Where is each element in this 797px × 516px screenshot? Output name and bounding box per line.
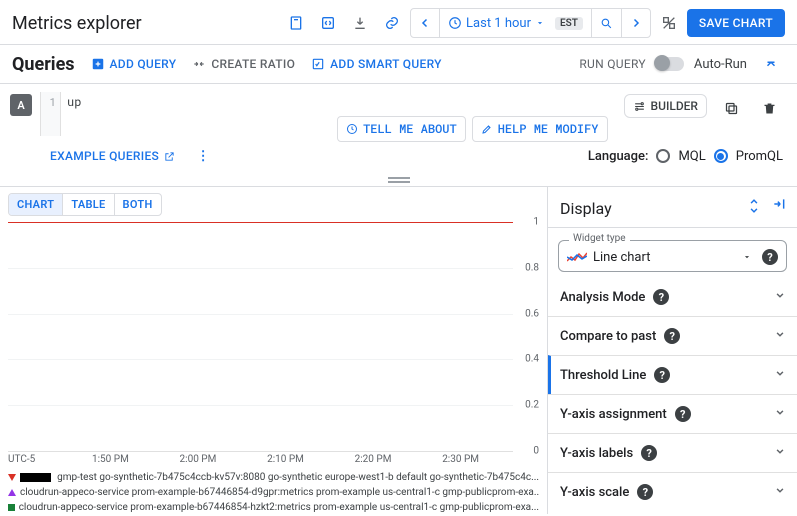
- help-me-modify-button[interactable]: HELP ME MODIFY: [472, 116, 608, 142]
- disable-overlay-icon[interactable]: [655, 9, 683, 37]
- add-smart-query-button[interactable]: ADD SMART QUERY: [311, 57, 442, 71]
- create-ratio-button[interactable]: CREATE RATIO: [192, 57, 295, 71]
- bookmark-icon[interactable]: [282, 9, 310, 37]
- run-query-button[interactable]: RUN QUERY: [579, 57, 646, 71]
- time-next-button[interactable]: [622, 9, 650, 37]
- help-icon[interactable]: ?: [675, 406, 691, 422]
- chart-area: 1 0.8 0.6 0.4 0.2 0 UTC-5 1:50 PM 2:00 P…: [8, 222, 543, 514]
- widget-type-value: Line chart: [593, 250, 650, 265]
- display-section-y-axis-labels[interactable]: Y-axis labels?: [548, 433, 797, 472]
- chart-plot[interactable]: 1 0.8 0.6 0.4 0.2 0: [8, 222, 513, 452]
- view-mode-tabs: CHART TABLE BOTH: [8, 193, 162, 216]
- xtick: 2:30 PM: [442, 454, 479, 465]
- language-promql-radio[interactable]: [714, 149, 728, 163]
- language-mql-label: MQL: [678, 149, 705, 164]
- resize-grip[interactable]: [0, 176, 797, 186]
- display-section-analysis-mode[interactable]: Analysis Mode?: [548, 278, 797, 316]
- help-icon[interactable]: ?: [762, 249, 778, 265]
- expand-collapse-icon[interactable]: [747, 197, 761, 219]
- line-chart-icon: [567, 251, 587, 263]
- ytick: 0.4: [525, 354, 539, 365]
- ytick: 0.2: [525, 400, 539, 411]
- time-range-value[interactable]: Last 1 hour EST: [440, 9, 592, 37]
- help-icon[interactable]: ?: [641, 445, 657, 461]
- display-panel-title: Display: [560, 199, 612, 218]
- legend: gmp-test go-synthetic-7b475c4ccb-kv57v:8…: [8, 470, 539, 514]
- display-section-y-axis-assignment[interactable]: Y-axis assignment?: [548, 394, 797, 433]
- save-chart-button[interactable]: SAVE CHART: [687, 9, 785, 37]
- widget-type-select[interactable]: Widget type Line chart ?: [558, 240, 787, 272]
- display-section-compare-to-past[interactable]: Compare to past?: [548, 316, 797, 355]
- time-range-picker[interactable]: Last 1 hour EST: [410, 8, 651, 38]
- more-options-icon[interactable]: ⋮: [189, 142, 217, 170]
- dock-panel-icon[interactable]: [771, 197, 787, 219]
- legend-item[interactable]: gmp-test go-synthetic-7b475c4ccb-kv57v:8…: [8, 470, 539, 485]
- xtick: 1:50 PM: [92, 454, 129, 465]
- help-icon[interactable]: ?: [653, 289, 669, 305]
- help-icon[interactable]: ?: [654, 367, 670, 383]
- copy-query-icon[interactable]: [717, 94, 745, 122]
- time-search-button[interactable]: [592, 9, 622, 37]
- auto-run-label: Auto-Run: [694, 57, 747, 72]
- language-label: Language:: [588, 149, 649, 164]
- collapse-queries-icon[interactable]: [757, 50, 785, 78]
- x-axis: 1:50 PM 2:00 PM 2:10 PM 2:20 PM 2:30 PM: [8, 454, 513, 465]
- add-query-button[interactable]: ADD QUERY: [91, 57, 177, 71]
- query-chip-a[interactable]: A: [10, 94, 32, 116]
- view-tab-both[interactable]: BOTH: [115, 194, 161, 215]
- link-icon[interactable]: [378, 9, 406, 37]
- ytick: 0.6: [525, 308, 539, 319]
- view-tab-chart[interactable]: CHART: [9, 194, 63, 215]
- xtick: 2:10 PM: [267, 454, 304, 465]
- line-number: 1: [41, 92, 61, 136]
- chevron-down-icon: [773, 288, 787, 306]
- auto-run-toggle[interactable]: [656, 57, 684, 71]
- timezone-badge: EST: [555, 17, 583, 30]
- language-mql-radio[interactable]: [656, 149, 670, 163]
- display-section-y-axis-scale[interactable]: Y-axis scale?: [548, 472, 797, 511]
- chevron-down-icon: [773, 405, 787, 423]
- chevron-down-icon: [773, 327, 787, 345]
- ytick: 0: [533, 446, 539, 457]
- chevron-down-icon: [773, 444, 787, 462]
- display-section-threshold-line[interactable]: Threshold Line?: [548, 355, 797, 394]
- legend-item[interactable]: cloudrun-appeco-service prom-example-b67…: [8, 485, 539, 500]
- example-queries-button[interactable]: EXAMPLE QUERIES: [50, 149, 175, 163]
- code-icon[interactable]: [314, 9, 342, 37]
- xtick: 2:00 PM: [180, 454, 217, 465]
- ytick: 1: [533, 217, 539, 228]
- download-icon[interactable]: [346, 9, 374, 37]
- chevron-down-icon: [773, 483, 787, 501]
- help-icon[interactable]: ?: [664, 328, 680, 344]
- xtick: 2:20 PM: [355, 454, 392, 465]
- time-prev-button[interactable]: [411, 9, 440, 37]
- delete-query-icon[interactable]: [755, 94, 783, 122]
- builder-button[interactable]: BUILDER: [624, 94, 707, 118]
- code-editor[interactable]: 1 up TELL ME ABOUT HELP ME MODIFY: [40, 92, 614, 136]
- language-promql-label: PromQL: [736, 149, 783, 164]
- view-tab-table[interactable]: TABLE: [63, 194, 114, 215]
- legend-item[interactable]: cloudrun-appeco-service prom-example-b67…: [8, 500, 539, 514]
- tell-me-about-button[interactable]: TELL ME ABOUT: [337, 116, 466, 142]
- ytick: 0.8: [525, 262, 539, 273]
- help-icon[interactable]: ?: [637, 484, 653, 500]
- chevron-down-icon: [773, 366, 787, 384]
- queries-heading: Queries: [12, 54, 75, 75]
- page-title: Metrics explorer: [12, 13, 142, 34]
- widget-type-label: Widget type: [569, 233, 630, 244]
